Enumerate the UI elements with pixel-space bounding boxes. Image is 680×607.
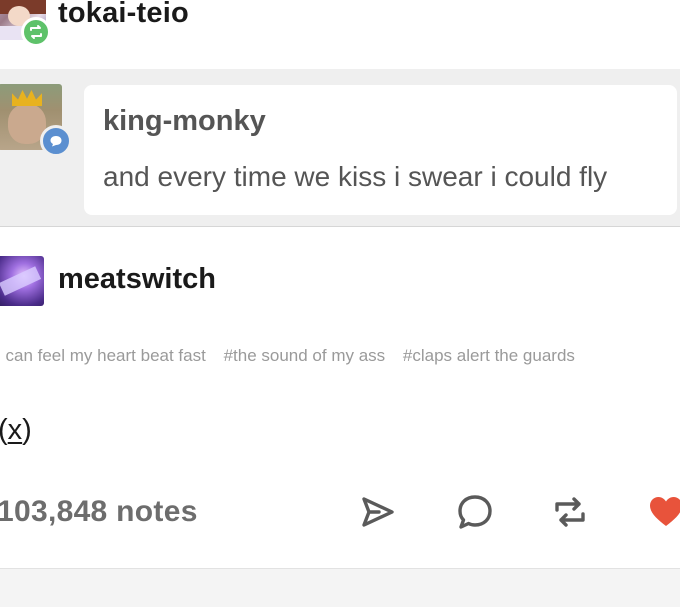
source-paren-close: ) xyxy=(22,414,32,446)
tag-link[interactable]: i can feel my heart beat fast xyxy=(0,346,206,365)
heart-icon[interactable] xyxy=(646,492,680,532)
source-paren-open: ( xyxy=(0,414,8,446)
footer-divider-strip xyxy=(0,568,680,607)
quoted-post-text: and every time we kiss i swear i could f… xyxy=(103,161,608,192)
notes-count[interactable]: 103,848 notes xyxy=(0,495,198,529)
send-icon[interactable] xyxy=(358,492,398,532)
quoted-post-username[interactable]: king-monky xyxy=(103,105,266,138)
chat-bubble-icon xyxy=(40,125,72,157)
tag-link[interactable]: #the sound of my ass xyxy=(224,346,386,365)
reblog-badge-icon xyxy=(21,17,51,47)
reblog-icon[interactable] xyxy=(550,492,590,532)
post-tags: i can feel my heart beat fast #the sound… xyxy=(0,346,588,366)
tag-link[interactable]: #claps alert the guards xyxy=(403,346,575,365)
comment-icon[interactable] xyxy=(455,492,495,532)
original-post-username[interactable]: meatswitch xyxy=(58,263,216,296)
source-link[interactable]: x xyxy=(8,414,23,446)
source-line: (x) xyxy=(0,414,32,447)
reblogger-username[interactable]: tokai-teio xyxy=(58,0,189,30)
meatswitch-avatar[interactable] xyxy=(0,256,44,306)
